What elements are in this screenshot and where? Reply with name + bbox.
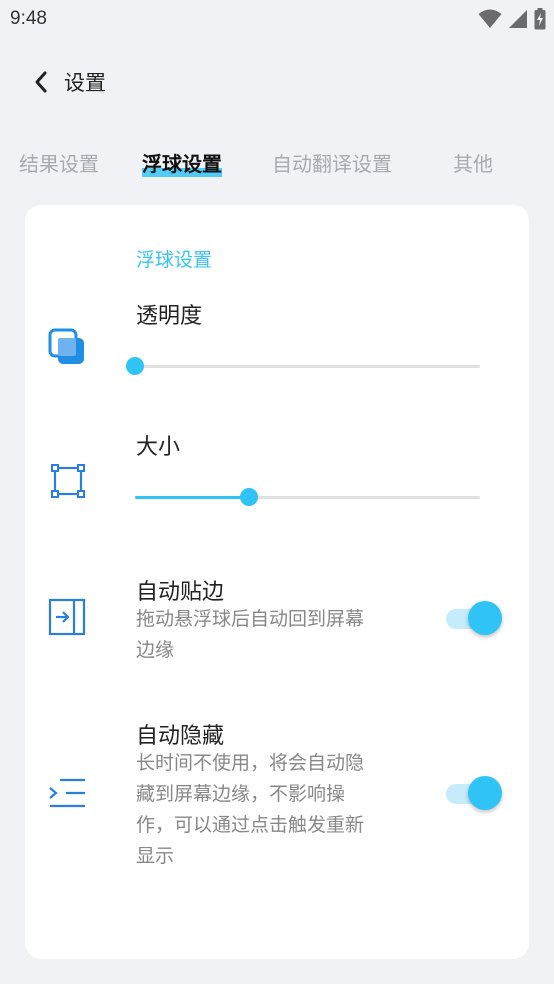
toggle-thumb bbox=[468, 601, 502, 635]
auto-hide-toggle[interactable] bbox=[446, 776, 502, 812]
page-title: 设置 bbox=[64, 71, 106, 95]
status-time: 9:48 bbox=[10, 8, 47, 29]
battery-charging-icon bbox=[534, 8, 546, 30]
settings-card: 浮球设置 透明度 大小 自动贴边 拖动悬浮球后自动回到屏幕 边缘 自动隐藏 长时… bbox=[25, 205, 529, 959]
auto-snap-label: 自动贴边 bbox=[136, 580, 225, 605]
opacity-slider[interactable] bbox=[126, 355, 480, 377]
auto-hide-description: 长时间不使用，将会自动隐 藏到屏幕边缘，不影响操 作，可以通过点击触发重新 显示 bbox=[136, 748, 406, 872]
opacity-label: 透明度 bbox=[136, 304, 203, 329]
back-button[interactable] bbox=[24, 62, 58, 102]
resize-frame-icon bbox=[48, 461, 88, 501]
tab-label: 浮球设置 bbox=[142, 152, 222, 176]
slider-fill bbox=[135, 496, 249, 499]
size-label: 大小 bbox=[136, 435, 181, 460]
auto-snap-description: 拖动悬浮球后自动回到屏幕 边缘 bbox=[136, 604, 406, 666]
tab-float-ball-settings[interactable]: 浮球设置 bbox=[142, 148, 222, 177]
description-line: 显示 bbox=[136, 845, 175, 867]
toggle-thumb bbox=[468, 776, 502, 810]
description-line: 藏到屏幕边缘，不影响操 bbox=[136, 783, 346, 805]
app-header: 设置 bbox=[0, 56, 554, 108]
slider-track bbox=[135, 365, 480, 368]
collapse-menu-icon bbox=[47, 773, 87, 813]
chevron-left-icon bbox=[35, 71, 47, 93]
section-title: 浮球设置 bbox=[136, 249, 213, 271]
auto-snap-toggle[interactable] bbox=[446, 601, 502, 637]
tab-auto-translate-settings[interactable]: 自动翻译设置 bbox=[272, 148, 392, 177]
description-line: 边缘 bbox=[136, 639, 175, 661]
description-line: 作，可以通过点击触发重新 bbox=[136, 814, 365, 836]
tab-bar: 结果设置 浮球设置 自动翻译设置 其他 bbox=[0, 140, 554, 184]
snap-to-edge-icon bbox=[47, 597, 87, 637]
slider-thumb[interactable] bbox=[126, 357, 144, 375]
wifi-icon bbox=[478, 9, 502, 28]
description-line: 拖动悬浮球后自动回到屏幕 bbox=[136, 608, 365, 630]
layers-icon bbox=[47, 327, 87, 367]
tab-label: 自动翻译设置 bbox=[272, 152, 392, 176]
auto-hide-label: 自动隐藏 bbox=[136, 724, 225, 749]
tab-label: 结果设置 bbox=[19, 152, 99, 176]
signal-icon bbox=[509, 10, 527, 28]
size-slider[interactable] bbox=[135, 486, 480, 508]
tab-other[interactable]: 其他 bbox=[453, 148, 493, 177]
status-icons bbox=[478, 6, 546, 32]
tab-label: 其他 bbox=[453, 152, 493, 176]
slider-thumb[interactable] bbox=[239, 488, 258, 506]
tab-result-settings[interactable]: 结果设置 bbox=[19, 148, 99, 177]
description-line: 长时间不使用，将会自动隐 bbox=[136, 752, 365, 774]
status-bar: 9:48 bbox=[0, 0, 554, 38]
